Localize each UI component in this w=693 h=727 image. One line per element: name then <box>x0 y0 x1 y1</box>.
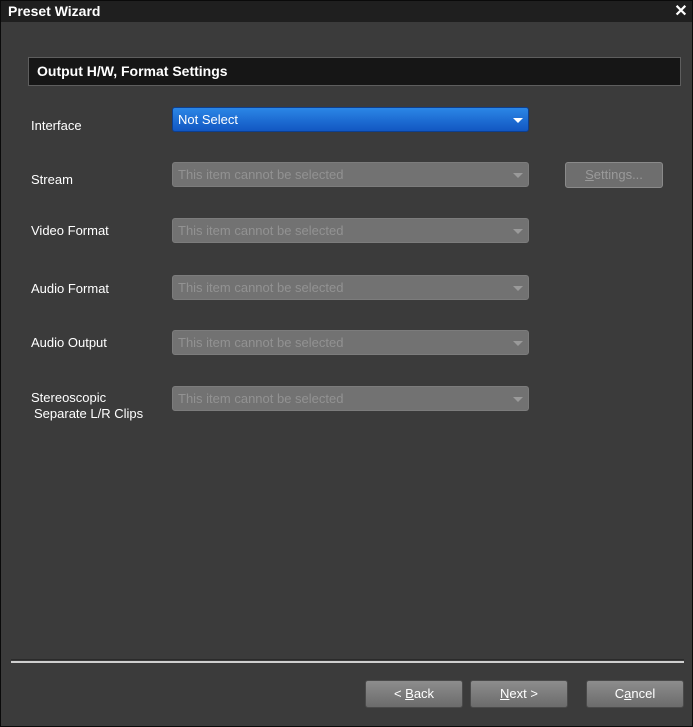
cancel-label: ncel <box>631 686 656 701</box>
video-format-label: Video Format <box>31 223 109 238</box>
interface-select-value: Not Select <box>178 112 238 127</box>
back-prefix: < <box>393 686 406 701</box>
preset-wizard-window: Preset Wizard ✕ Output H/W, Format Setti… <box>0 0 693 727</box>
video-format-select-value: This item cannot be selected <box>178 223 344 238</box>
chevron-down-icon <box>513 397 523 402</box>
close-icon[interactable]: ✕ <box>672 1 690 22</box>
settings-button: Settings... <box>565 162 663 188</box>
next-label: ext > <box>509 686 538 701</box>
chevron-down-icon <box>513 341 523 346</box>
back-button[interactable]: < Back <box>365 680 463 708</box>
chevron-down-icon <box>513 173 523 178</box>
settings-accel: S <box>585 167 594 182</box>
video-format-select: This item cannot be selected <box>172 218 529 243</box>
settings-label: ettings... <box>593 167 643 182</box>
chevron-down-icon <box>513 229 523 234</box>
stream-select: This item cannot be selected <box>172 162 529 187</box>
back-label: ack <box>413 686 435 701</box>
stereoscopic-label-line2: Separate L/R Clips <box>34 406 144 421</box>
section-header: Output H/W, Format Settings <box>28 57 681 86</box>
footer-divider <box>11 661 684 663</box>
stream-label: Stream <box>31 172 73 187</box>
audio-output-label: Audio Output <box>31 335 107 350</box>
title-bar[interactable]: Preset Wizard ✕ <box>1 1 692 22</box>
cancel-prefix: C <box>614 686 625 701</box>
stream-select-value: This item cannot be selected <box>178 167 344 182</box>
audio-format-select: This item cannot be selected <box>172 275 529 300</box>
window-title: Preset Wizard <box>8 3 101 19</box>
audio-output-select: This item cannot be selected <box>172 330 529 355</box>
stereoscopic-select: This item cannot be selected <box>172 386 529 411</box>
audio-output-select-value: This item cannot be selected <box>178 335 344 350</box>
audio-format-select-value: This item cannot be selected <box>178 280 344 295</box>
cancel-button[interactable]: Cancel <box>586 680 684 708</box>
chevron-down-icon <box>513 118 523 123</box>
next-button[interactable]: Next > <box>470 680 568 708</box>
chevron-down-icon <box>513 286 523 291</box>
interface-select[interactable]: Not Select <box>172 107 529 132</box>
interface-label: Interface <box>31 118 82 133</box>
back-accel: B <box>405 686 414 701</box>
footer-divider-shadow <box>11 659 684 660</box>
stereoscopic-select-value: This item cannot be selected <box>178 391 344 406</box>
audio-format-label: Audio Format <box>31 281 110 296</box>
stereoscopic-label-line1: Stereoscopic <box>31 390 107 405</box>
next-accel: N <box>500 686 510 701</box>
